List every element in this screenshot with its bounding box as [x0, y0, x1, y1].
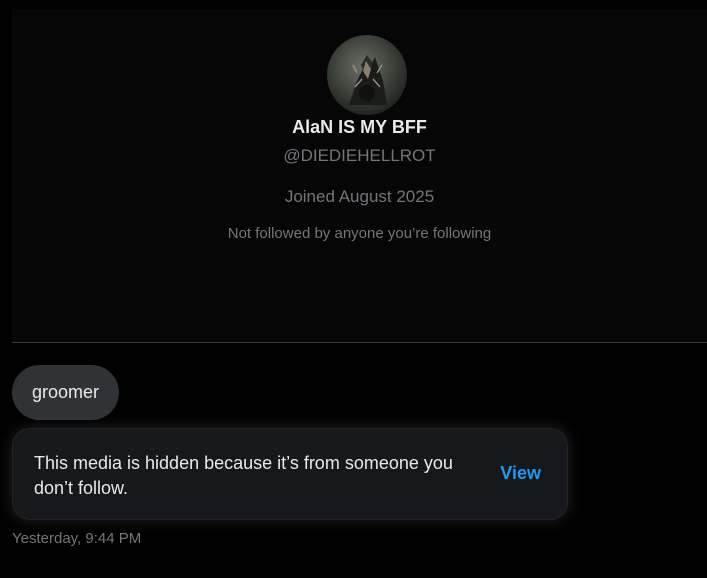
profile-display-name[interactable]: AlaN IS MY BFF [12, 117, 707, 138]
hidden-media-notice: This media is hidden because it’s from s… [12, 428, 568, 520]
joined-date: Joined August 2025 [284, 187, 435, 206]
message-bubble[interactable]: groomer [12, 365, 120, 420]
profile-handle[interactable]: @DIEDIEHELLROT [12, 146, 707, 166]
profile-header-card[interactable]: AlaN IS MY BFF @DIEDIEHELLROT Joined Aug… [12, 9, 707, 343]
followers-you-know-note: Not followed by anyone you’re following [227, 225, 492, 242]
view-media-button[interactable]: View [500, 463, 541, 484]
avatar[interactable] [327, 35, 407, 115]
message-timestamp: Yesterday, 9:44 PM [12, 530, 142, 547]
hidden-media-text: This media is hidden because it’s from s… [34, 453, 453, 498]
message-text: groomer [32, 382, 100, 402]
avatar-image-icon [349, 55, 387, 105]
dm-conversation-view: AlaN IS MY BFF @DIEDIEHELLROT Joined Aug… [0, 0, 707, 578]
